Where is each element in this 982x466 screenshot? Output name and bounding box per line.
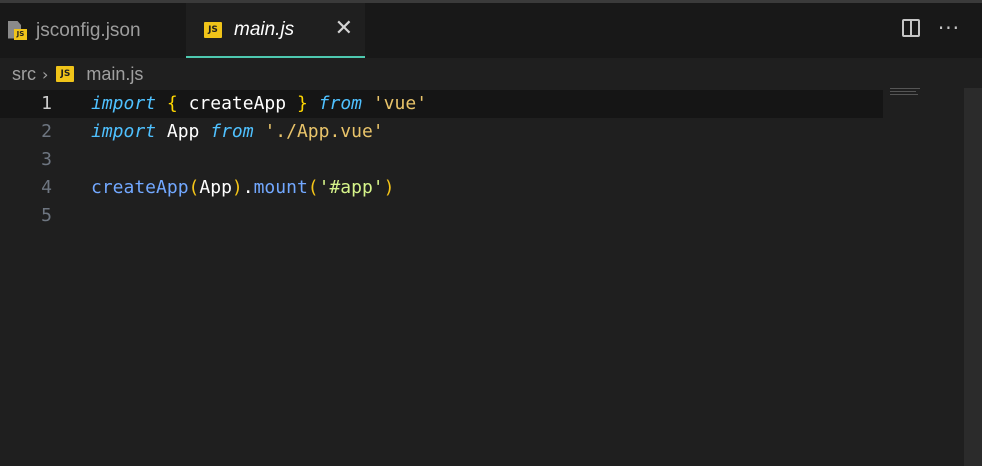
- line-number: 3: [41, 149, 52, 170]
- code-line[interactable]: 4 createApp(App).mount('#app'): [0, 174, 883, 202]
- keyword: import: [91, 93, 157, 114]
- paren: (: [307, 177, 319, 198]
- line-number: 1: [41, 93, 52, 114]
- json-file-icon: JS: [8, 20, 27, 41]
- tab-bar: JS jsconfig.json JS main.js ✕ ···: [0, 0, 982, 58]
- identifier: App: [166, 121, 200, 142]
- string-literal: './App.vue': [264, 121, 384, 142]
- tab-label: main.js: [234, 18, 295, 40]
- code-line[interactable]: 3: [0, 146, 883, 174]
- editor-actions: ···: [901, 18, 960, 38]
- identifier: createApp: [188, 93, 287, 114]
- breadcrumb: src › JS main.js: [12, 62, 143, 86]
- split-editor-icon[interactable]: [901, 19, 920, 37]
- paren: ): [231, 177, 243, 198]
- line-number: 5: [41, 205, 52, 226]
- paren: ): [383, 177, 395, 198]
- minimap[interactable]: [890, 88, 924, 98]
- brace: {: [166, 93, 178, 114]
- code-line[interactable]: 1 import { createApp } from 'vue': [0, 90, 883, 118]
- close-icon[interactable]: ✕: [335, 17, 353, 41]
- method-name: mount: [253, 177, 308, 198]
- tab-label: jsconfig.json: [36, 19, 141, 41]
- string-literal: 'vue': [372, 93, 428, 114]
- code-line[interactable]: 5: [0, 202, 883, 230]
- vertical-scrollbar[interactable]: [964, 88, 982, 466]
- line-number: 4: [41, 177, 52, 198]
- paren: (: [188, 177, 200, 198]
- breadcrumb-file[interactable]: main.js: [86, 64, 143, 85]
- tab-main-js[interactable]: JS main.js ✕: [186, 3, 365, 58]
- string-literal: '#app': [318, 177, 384, 198]
- function-name: createApp: [91, 177, 189, 198]
- tab-jsconfig[interactable]: JS jsconfig.json: [0, 3, 186, 58]
- identifier: App: [199, 177, 232, 198]
- line-number: 2: [41, 121, 52, 142]
- more-actions-icon[interactable]: ···: [938, 18, 960, 38]
- code-line[interactable]: 2 import App from './App.vue': [0, 118, 883, 146]
- keyword: import: [91, 121, 157, 142]
- js-file-icon: JS: [204, 21, 222, 38]
- keyword: from: [210, 121, 254, 142]
- code-editor[interactable]: 1 import { createApp } from 'vue' 2 impo…: [0, 90, 964, 466]
- brace: }: [296, 93, 308, 114]
- chevron-right-icon: ›: [42, 64, 49, 84]
- breadcrumb-folder[interactable]: src: [12, 64, 36, 85]
- dot: .: [242, 177, 254, 198]
- keyword: from: [318, 93, 362, 114]
- js-file-icon: JS: [56, 66, 75, 82]
